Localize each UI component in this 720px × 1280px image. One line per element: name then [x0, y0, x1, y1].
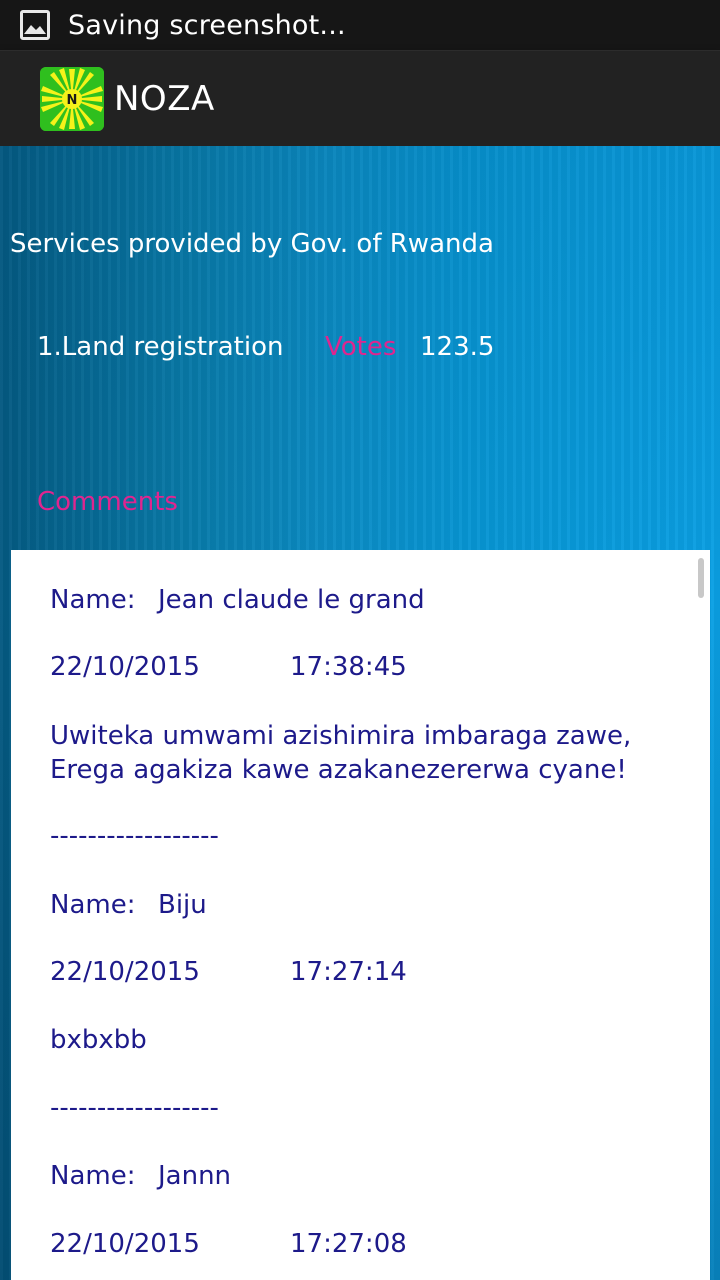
name-label: Name: — [50, 585, 136, 615]
name-label: Name: — [50, 1161, 136, 1191]
comments-heading: Comments — [37, 487, 178, 517]
comment-text: Uwiteka umwami azishimira imbaraga zawe,… — [50, 721, 632, 785]
comment-author: Biju — [158, 890, 207, 920]
name-label: Name: — [50, 890, 136, 920]
comment-text: bxbxbb — [50, 1025, 147, 1055]
app-title: NOZA — [114, 78, 215, 119]
status-bar: Saving screenshot... — [0, 0, 720, 50]
action-bar: N NOZA — [0, 50, 720, 146]
comment-separator: ------------------ — [50, 821, 219, 851]
svg-text:N: N — [67, 93, 78, 108]
comment-date: 22/10/2015 — [50, 652, 200, 682]
comment-name-row: Name: Jean claude le grand — [50, 585, 425, 615]
comment-datetime-row: 22/10/2015 17:27:08 — [50, 1229, 407, 1259]
page-title: Services provided by Gov. of Rwanda — [10, 229, 494, 259]
comment-separator: ------------------ — [50, 1093, 219, 1123]
comment-date: 22/10/2015 — [50, 957, 200, 987]
comment-datetime-row: 22/10/2015 17:38:45 — [50, 652, 407, 682]
comment-author: Jean claude le grand — [158, 585, 425, 615]
comment-author: Jannn — [158, 1161, 232, 1191]
comment-date: 22/10/2015 — [50, 1229, 200, 1259]
service-name: 1.Land registration — [37, 332, 284, 362]
comments-list[interactable]: Name: Jean claude le grand 22/10/2015 17:3… — [11, 550, 710, 1280]
comment-name-row: Name: Biju — [50, 890, 207, 920]
noza-logo-icon[interactable]: N — [40, 66, 104, 131]
scrollbar-thumb[interactable] — [698, 558, 704, 598]
service-row: 1.Land registration Votes 123.5 — [37, 332, 494, 362]
comment-time: 17:27:08 — [290, 1229, 407, 1259]
comment-datetime-row: 22/10/2015 17:27:14 — [50, 957, 407, 987]
comment-time: 17:38:45 — [290, 652, 407, 682]
main-content: Services provided by Gov. of Rwanda 1.La… — [0, 146, 720, 1280]
status-text: Saving screenshot... — [68, 9, 346, 41]
image-icon — [20, 10, 50, 40]
comment-name-row: Name: Jannn — [50, 1161, 231, 1191]
comment-time: 17:27:14 — [290, 957, 407, 987]
votes-label: Votes — [325, 332, 397, 362]
votes-value: 123.5 — [420, 332, 495, 362]
